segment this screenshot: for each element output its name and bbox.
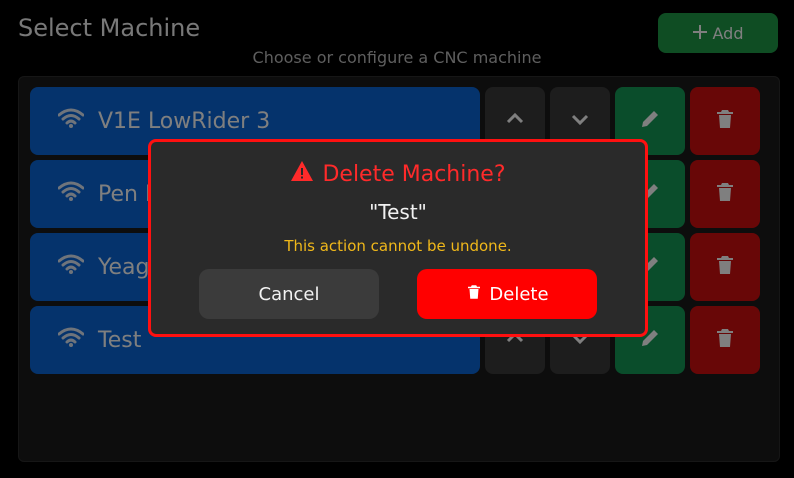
trash-icon: [465, 283, 483, 306]
delete-confirm-dialog: Delete Machine? "Test" This action canno…: [148, 139, 648, 337]
dialog-title: Delete Machine?: [151, 160, 645, 188]
cancel-button-label: Cancel: [258, 283, 320, 305]
dialog-machine-name: "Test": [369, 200, 427, 224]
warning-triangle-icon: [290, 160, 314, 188]
cancel-button[interactable]: Cancel: [199, 269, 379, 319]
dialog-warning: This action cannot be undone.: [284, 237, 512, 255]
delete-button-label: Delete: [489, 283, 549, 305]
confirm-delete-button[interactable]: Delete: [417, 269, 597, 319]
dialog-title-text: Delete Machine?: [322, 161, 506, 187]
